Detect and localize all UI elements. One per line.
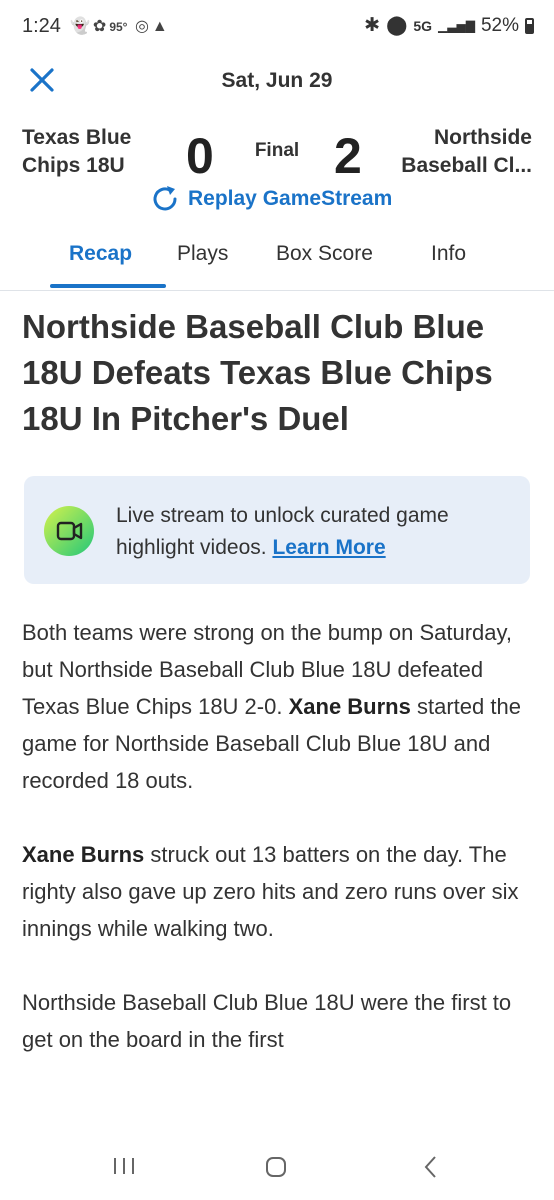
team-left-score: 0 <box>186 128 214 184</box>
tab-box-score[interactable]: Box Score <box>276 242 373 266</box>
player-name[interactable]: Xane Burns <box>22 842 144 867</box>
system-indicators: ✱ ⬤ 5G ▁▃▅▇ 52% <box>364 14 534 37</box>
team-right-name[interactable]: Northside Baseball Cl... <box>382 124 532 180</box>
snapchat-icon: 👻 <box>70 18 93 35</box>
paragraph: Northside Baseball Club Blue 18U were th… <box>22 984 532 1058</box>
team-left-name[interactable]: Texas Blue Chips 18U <box>22 124 152 180</box>
tab-plays[interactable]: Plays <box>177 242 228 266</box>
article-headline: Northside Baseball Club Blue 18U Defeats… <box>22 308 493 437</box>
replay-label: Replay GameStream <box>188 187 393 210</box>
learn-more-link[interactable]: Learn More <box>272 536 385 559</box>
article-body: Both teams were strong on the bump on Sa… <box>22 614 532 1095</box>
tab-bar: Recap Plays Box Score Info <box>0 236 554 290</box>
tab-recap[interactable]: Recap <box>69 242 132 266</box>
livestream-banner: Live stream to unlock curated game highl… <box>24 476 530 584</box>
network-type: 5G <box>413 17 433 34</box>
temperature: 95° <box>109 20 128 34</box>
back-icon[interactable] <box>422 1154 440 1180</box>
game-status: Final <box>254 140 300 161</box>
bluetooth-icon: ✱ <box>364 15 381 36</box>
video-camera-icon <box>44 506 94 556</box>
fan-icon: ✿ <box>92 18 110 35</box>
notification-icons: 👻✿95° ◎▲ <box>70 16 171 36</box>
app-icon: ▲ <box>151 18 171 35</box>
game-date: Sat, Jun 29 <box>221 69 333 92</box>
status-bar: 1:24 👻✿95° ◎▲ ✱ ⬤ 5G ▁▃▅▇ 52% <box>0 0 554 56</box>
replay-icon <box>153 186 177 211</box>
replay-gamestream-button[interactable]: Replay GameStream <box>150 184 392 214</box>
paragraph-text: Northside Baseball Club Blue 18U were th… <box>22 990 512 1052</box>
threads-icon: ◎ <box>134 18 152 35</box>
home-icon[interactable] <box>265 1156 287 1178</box>
player-name[interactable]: Xane Burns <box>289 694 411 719</box>
paragraph: Xane Burns struck out 13 batters on the … <box>22 836 532 947</box>
paragraph: Both teams were strong on the bump on Sa… <box>22 614 532 799</box>
battery-icon <box>525 17 534 34</box>
status-time: 1:24 <box>22 15 61 37</box>
location-icon: ⬤ <box>386 15 408 36</box>
active-tab-indicator <box>50 284 166 288</box>
tab-info[interactable]: Info <box>431 242 466 266</box>
team-right-score: 2 <box>334 128 362 184</box>
tabs-divider <box>0 290 554 291</box>
signal-icon: ▁▃▅▇ <box>438 18 475 33</box>
battery-percent: 52% <box>480 14 519 36</box>
recent-apps-icon[interactable] <box>112 1156 136 1176</box>
banner-text: Live stream to unlock curated game highl… <box>116 500 516 564</box>
system-nav-bar <box>0 1126 554 1200</box>
